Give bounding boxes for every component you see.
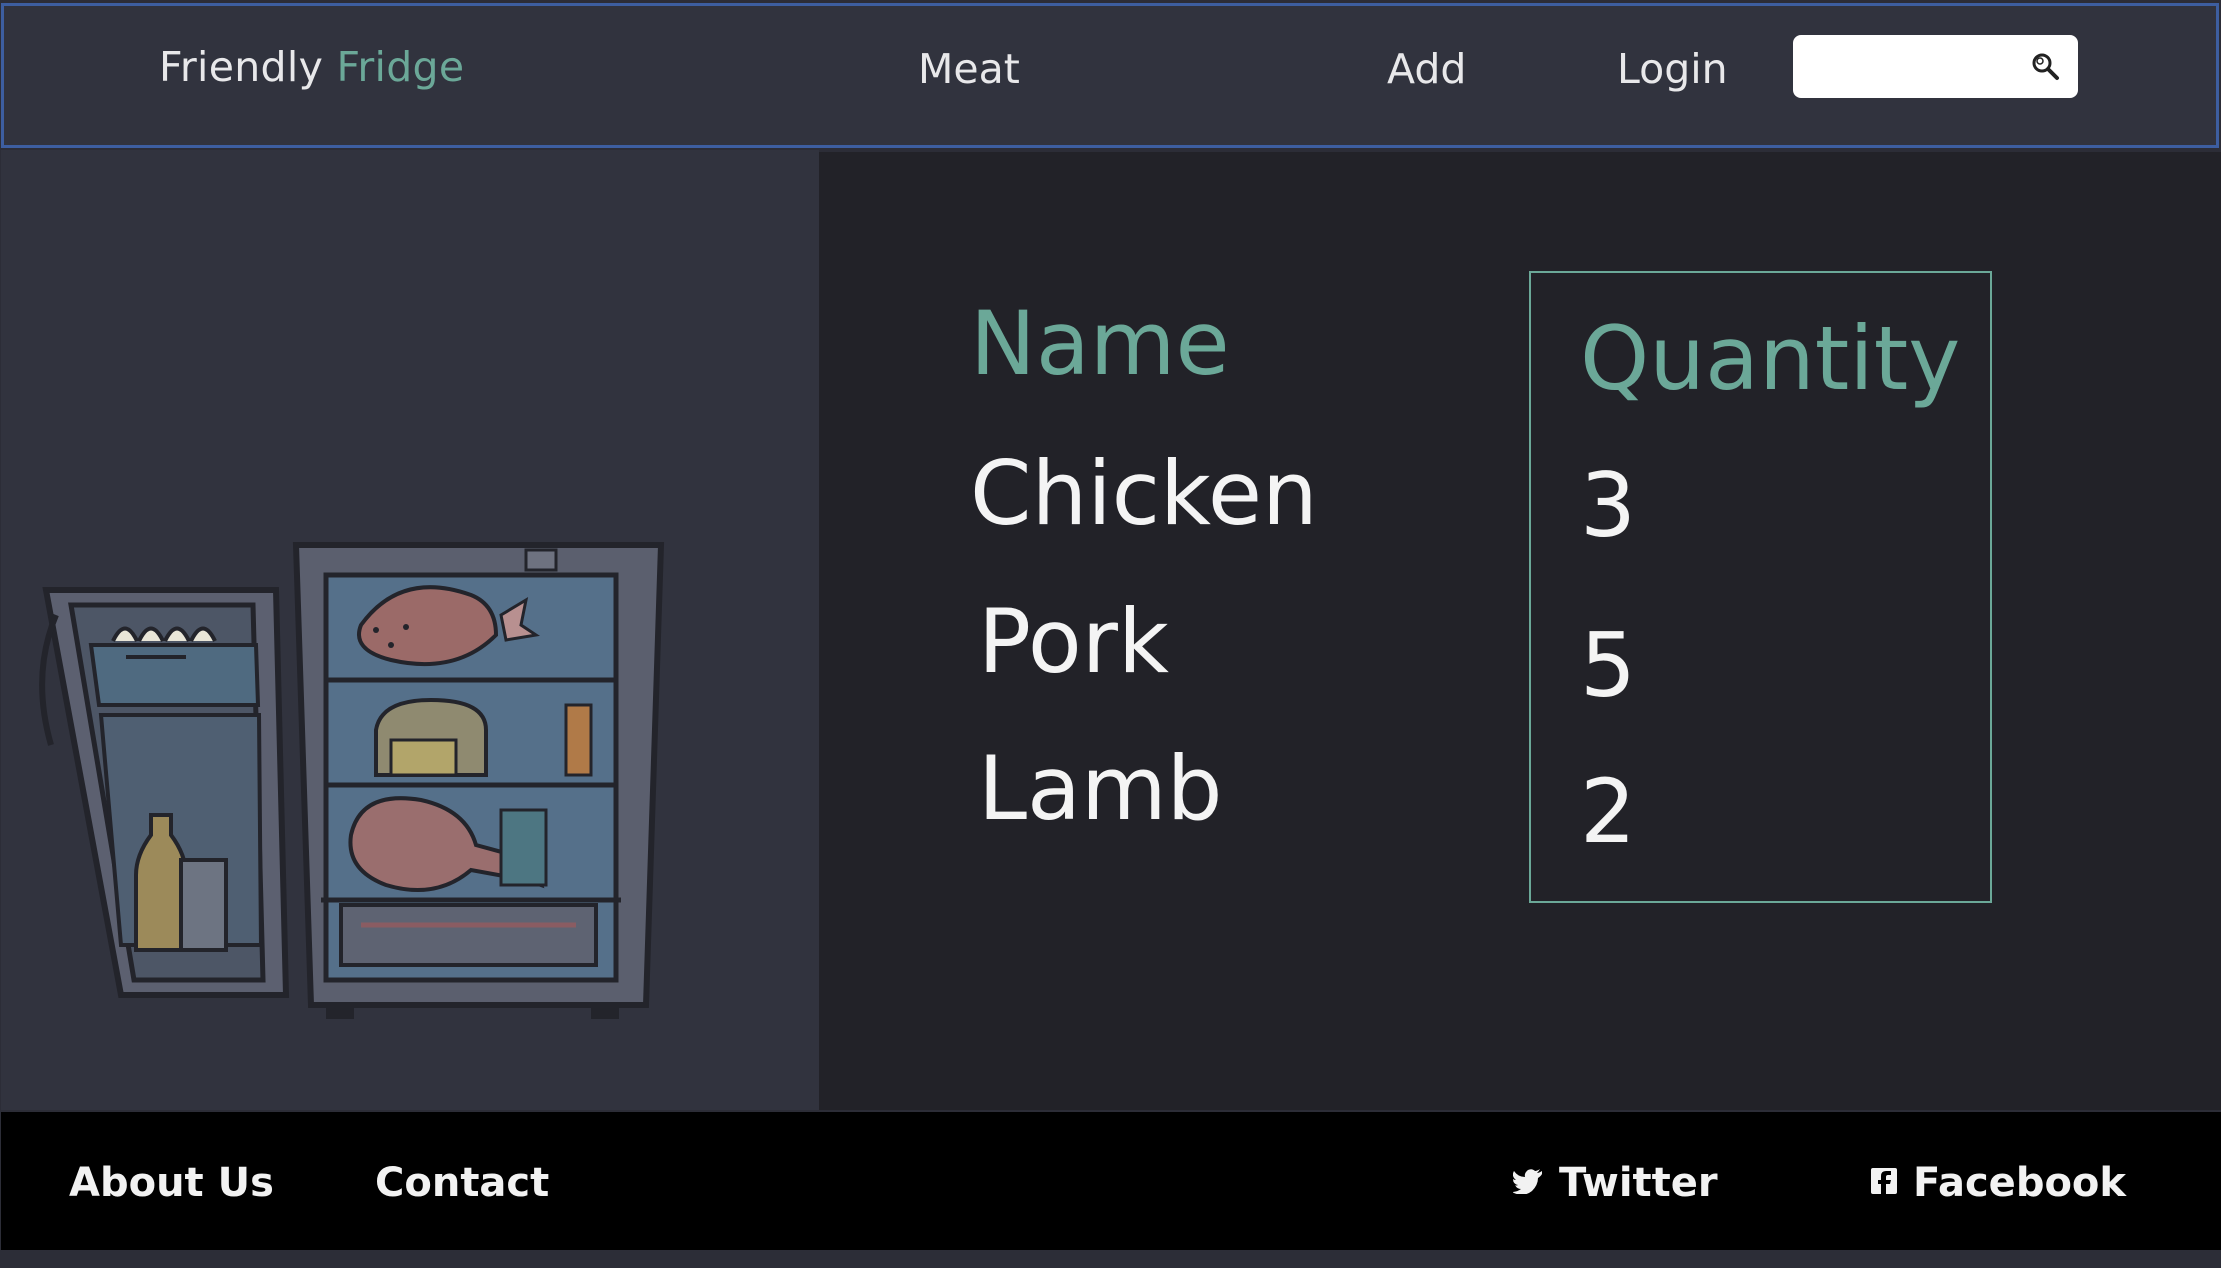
top-nav-bar: Friendly Fridge Meat Add Login	[1, 3, 2219, 148]
quantity-column-header: Quantity	[1580, 307, 1961, 410]
twitter-icon	[1513, 1169, 1542, 1194]
brand-logo[interactable]: Friendly Fridge	[159, 43, 464, 91]
nav-add[interactable]: Add	[1387, 45, 1466, 93]
item-name-pork: Pork	[978, 590, 1169, 693]
facebook-label: Facebook	[1913, 1160, 2127, 1206]
footer-about-us[interactable]: About Us	[69, 1160, 274, 1206]
search-icon[interactable]	[2030, 51, 2060, 81]
search-input[interactable]	[1805, 45, 2025, 88]
item-quantity-chicken: 3	[1580, 454, 1636, 557]
illustration-panel	[1, 150, 819, 1110]
item-name-lamb: Lamb	[978, 737, 1223, 840]
footer-twitter-link[interactable]: Twitter	[1513, 1160, 1718, 1206]
search-box[interactable]	[1793, 35, 2078, 98]
right-edge	[2221, 0, 2228, 1268]
bottom-strip	[0, 1250, 2228, 1268]
footer-contact[interactable]: Contact	[375, 1160, 549, 1206]
item-name-chicken: Chicken	[970, 442, 1318, 545]
item-quantity-lamb: 2	[1580, 760, 1636, 863]
facebook-icon	[1871, 1168, 1897, 1194]
nav-meat[interactable]: Meat	[918, 45, 1020, 93]
item-quantity-pork: 5	[1580, 614, 1636, 717]
footer-bar: About Us Contact Twitter Facebook	[1, 1112, 2221, 1250]
twitter-label: Twitter	[1559, 1160, 1718, 1206]
open-fridge-illustration	[39, 542, 665, 1019]
brand-name: Friendly	[159, 43, 324, 91]
brand-name-accent: Fridge	[336, 43, 465, 91]
nav-login[interactable]: Login	[1617, 45, 1728, 93]
footer-facebook-link[interactable]: Facebook	[1871, 1160, 2126, 1206]
name-column-header: Name	[970, 292, 1230, 395]
